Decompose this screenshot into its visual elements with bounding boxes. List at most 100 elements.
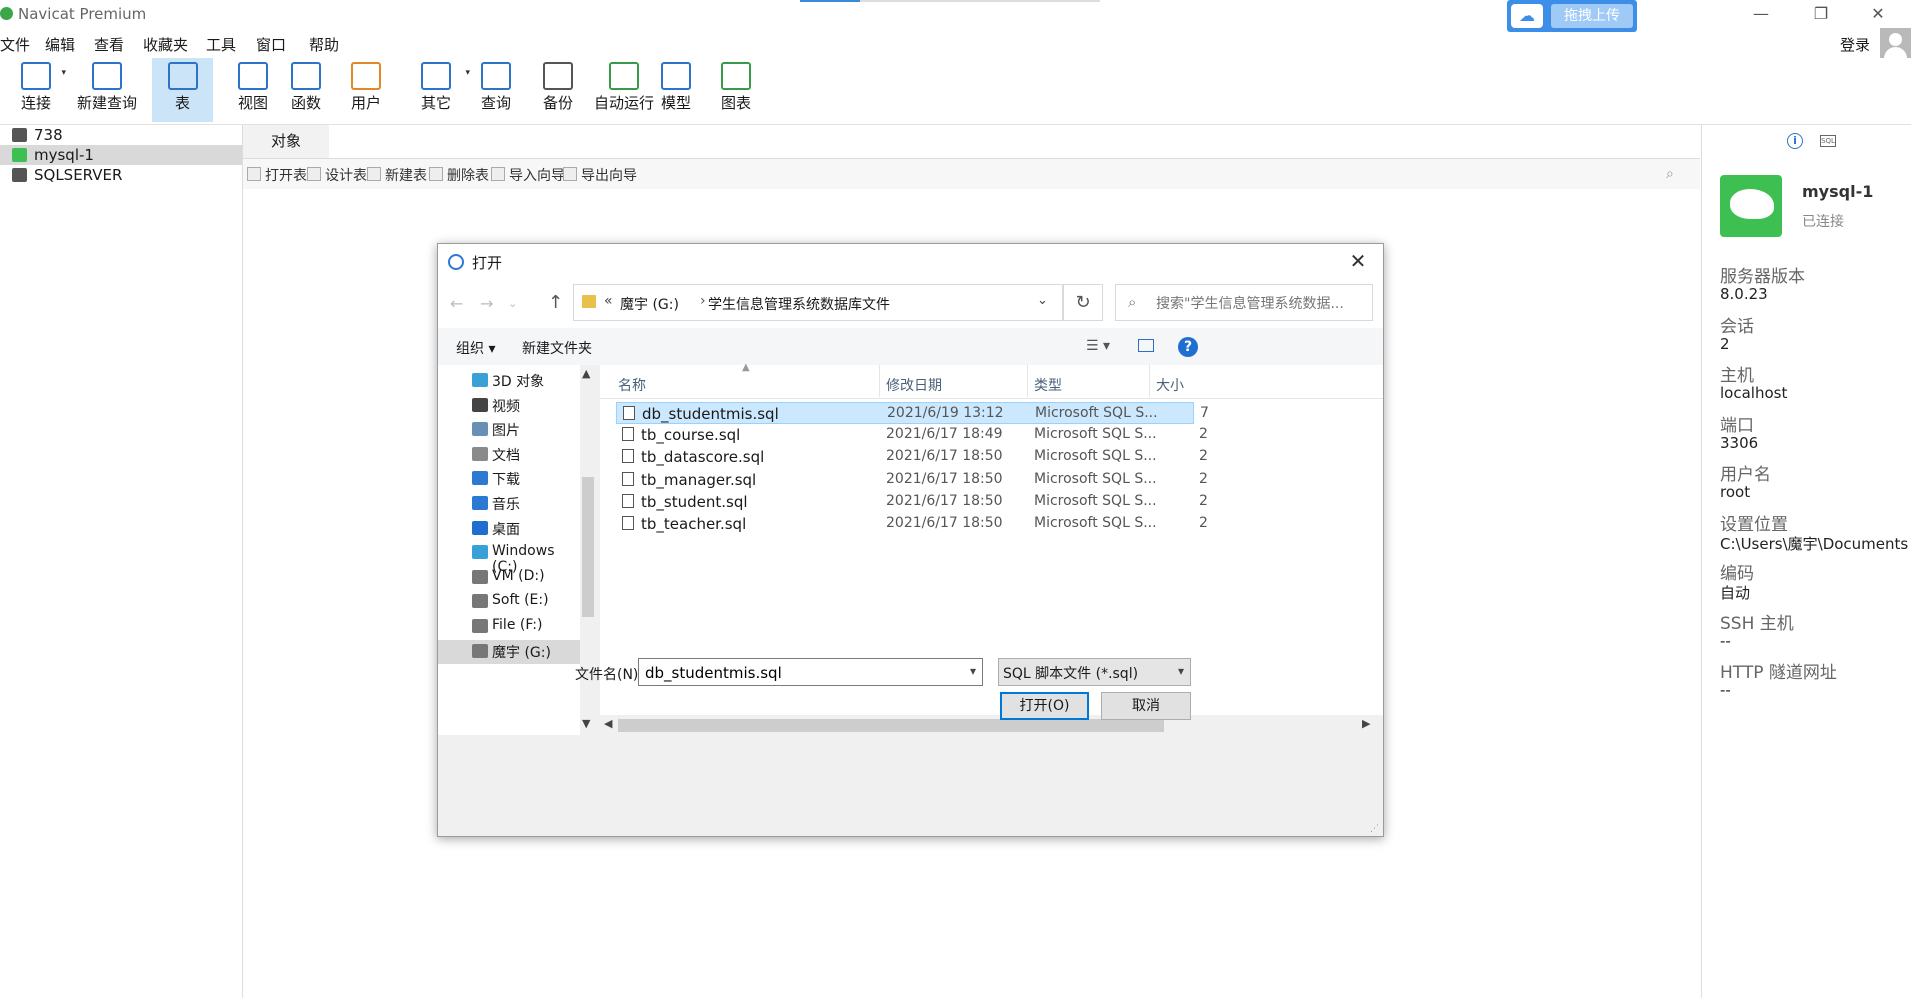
- search-icon[interactable]: ⌕: [1666, 166, 1674, 182]
- nav-item[interactable]: 魔宇 (G:): [438, 639, 580, 664]
- toolbar-button-connect[interactable]: 连接 ▾: [4, 58, 68, 122]
- recent-locations-icon[interactable]: ⌄: [508, 297, 517, 310]
- breadcrumb-drive[interactable]: 魔宇 (G:): [620, 294, 679, 314]
- file-row[interactable]: tb_manager.sql 2021/6/17 18:50 Microsoft S…: [616, 469, 1208, 491]
- open-button[interactable]: 打开(O): [1000, 692, 1089, 720]
- nav-scroll-thumb[interactable]: [582, 477, 594, 617]
- object-button[interactable]: 设计表: [307, 165, 367, 185]
- dialog-search-box[interactable]: ⌕: [1115, 284, 1373, 321]
- nav-item[interactable]: Windows (C:): [438, 541, 580, 575]
- menu-item[interactable]: 工具: [206, 34, 236, 55]
- tree-node-mysql-1[interactable]: mysql-1: [0, 145, 242, 165]
- scroll-right-icon[interactable]: ▶: [1362, 717, 1370, 730]
- avatar[interactable]: [1880, 28, 1911, 60]
- refresh-icon[interactable]: ↻: [1063, 284, 1103, 321]
- filetype-dropdown-icon[interactable]: ▾: [1178, 664, 1184, 678]
- preview-pane-icon[interactable]: [1138, 339, 1154, 352]
- breadcrumb-folder[interactable]: 学生信息管理系统数据库文件: [708, 294, 890, 314]
- tree-node-738[interactable]: 738: [0, 125, 242, 145]
- horizontal-scroll-thumb[interactable]: [618, 719, 1164, 732]
- nav-item[interactable]: 图片: [438, 418, 580, 442]
- object-toolbar: ⌕ 打开表 设计表 新建表 删除表 导入向导 导出向导: [243, 159, 1700, 189]
- filename-dropdown-icon[interactable]: ▾: [970, 664, 976, 678]
- toolbar-button-view[interactable]: 视图: [222, 58, 284, 122]
- toolbar-button-user[interactable]: 用户: [336, 58, 396, 122]
- nav-item[interactable]: 视频: [438, 394, 580, 418]
- horizontal-scrollbar[interactable]: ◀ ▶: [600, 715, 1383, 735]
- column-header[interactable]: 大小: [1156, 375, 1184, 395]
- nav-item-icon: [472, 373, 488, 387]
- tab-objects[interactable]: 对象: [243, 125, 330, 158]
- menu-item[interactable]: 窗口: [256, 34, 286, 55]
- object-button[interactable]: 导出向导: [563, 165, 637, 185]
- help-icon[interactable]: ?: [1178, 337, 1198, 357]
- filename-input[interactable]: [643, 662, 957, 684]
- nav-item[interactable]: 下载: [438, 467, 580, 491]
- toolbar-button-backup[interactable]: 备份: [528, 58, 588, 122]
- scroll-down-icon[interactable]: ▼: [582, 717, 590, 730]
- address-bar[interactable]: « 魔宇 (G:) › 学生信息管理系统数据库文件 ⌄: [573, 284, 1063, 321]
- toolbar-button-model[interactable]: 模型: [646, 58, 706, 122]
- object-button[interactable]: 删除表: [429, 165, 489, 185]
- nav-item[interactable]: Soft (E:): [438, 590, 580, 614]
- address-dropdown-icon[interactable]: ⌄: [1037, 293, 1048, 308]
- scroll-left-icon[interactable]: ◀: [604, 717, 612, 730]
- back-icon[interactable]: ←: [450, 294, 463, 313]
- object-button[interactable]: 导入向导: [491, 165, 565, 185]
- menu-item[interactable]: 查看: [94, 34, 124, 55]
- organize-button[interactable]: 组织 ▾: [456, 338, 495, 358]
- file-row[interactable]: tb_student.sql 2021/6/17 18:50 Microsoft S…: [616, 491, 1208, 513]
- toolbar-button-chart[interactable]: 图表: [706, 58, 766, 122]
- new-folder-button[interactable]: 新建文件夹: [522, 338, 592, 358]
- ddl-icon[interactable]: SQL: [1820, 135, 1836, 147]
- toolbar-button-table[interactable]: 表: [152, 58, 213, 122]
- column-header[interactable]: 名称: [618, 375, 646, 395]
- breadcrumb-separator-icon[interactable]: ›: [700, 293, 706, 309]
- toolbar-button-new-query[interactable]: 新建查询: [60, 58, 154, 122]
- column-separator[interactable]: [1149, 365, 1150, 397]
- filetype-select[interactable]: SQL 脚本文件 (*.sql) ▾: [998, 658, 1191, 686]
- nav-item-label: 魔宇 (G:): [492, 644, 551, 661]
- resize-grip-icon[interactable]: ⋰: [1370, 824, 1379, 834]
- toolbar-button-other[interactable]: 其它 ▾: [400, 58, 472, 122]
- column-separator[interactable]: [1027, 365, 1028, 397]
- up-folder-icon[interactable]: ↑: [548, 292, 563, 313]
- menu-item[interactable]: 帮助: [309, 34, 339, 55]
- forward-icon[interactable]: →: [480, 294, 493, 313]
- dialog-close-icon[interactable]: ✕: [1343, 248, 1373, 274]
- nav-item[interactable]: 音乐: [438, 492, 580, 516]
- view-options-icon[interactable]: ☰ ▾: [1086, 338, 1110, 354]
- cancel-button[interactable]: 取消: [1101, 692, 1191, 720]
- restore-icon[interactable]: ❐: [1801, 2, 1841, 26]
- file-row[interactable]: db_studentmis.sql 2021/6/19 13:12 Microsof…: [616, 402, 1209, 424]
- nav-item[interactable]: 文档: [438, 443, 580, 467]
- filename-combobox[interactable]: ▾: [638, 658, 983, 686]
- nav-item[interactable]: VM (D:): [438, 566, 580, 590]
- menu-item[interactable]: 文件: [0, 34, 30, 55]
- file-row[interactable]: tb_datascore.sql 2021/6/17 18:50 Microsoft…: [616, 446, 1208, 468]
- column-header[interactable]: 类型: [1034, 375, 1062, 395]
- dialog-search-input[interactable]: [1154, 292, 1370, 316]
- login-link[interactable]: 登录: [1840, 34, 1870, 55]
- tree-node-sqlserver[interactable]: SQLSERVER: [0, 165, 242, 185]
- object-button-label: 导出向导: [581, 168, 637, 184]
- column-header[interactable]: 修改日期: [886, 375, 942, 395]
- nav-item[interactable]: 桌面: [438, 517, 580, 541]
- file-row[interactable]: tb_course.sql 2021/6/17 18:49 Microsoft SQ…: [616, 424, 1208, 446]
- toolbar-button-query[interactable]: 查询: [466, 58, 526, 122]
- scroll-up-icon[interactable]: ▲: [582, 367, 590, 380]
- nav-item[interactable]: File (F:): [438, 615, 580, 639]
- minimize-icon[interactable]: —: [1741, 2, 1781, 26]
- menu-item[interactable]: 编辑: [45, 34, 75, 55]
- close-icon[interactable]: ✕: [1858, 2, 1898, 26]
- toolbar-button-function[interactable]: 函数: [276, 58, 336, 122]
- object-button[interactable]: 新建表: [367, 165, 427, 185]
- nav-item[interactable]: 3D 对象: [438, 369, 580, 393]
- object-button[interactable]: 打开表: [247, 165, 307, 185]
- menu-item[interactable]: 收藏夹: [143, 34, 188, 55]
- info-icon[interactable]: i: [1787, 133, 1803, 149]
- column-separator[interactable]: [879, 365, 880, 397]
- upload-widget[interactable]: ☁ 拖拽上传: [1507, 0, 1637, 32]
- overflow-chevron-icon[interactable]: «: [604, 293, 613, 309]
- file-row[interactable]: tb_teacher.sql 2021/6/17 18:50 Microsoft S…: [616, 513, 1208, 535]
